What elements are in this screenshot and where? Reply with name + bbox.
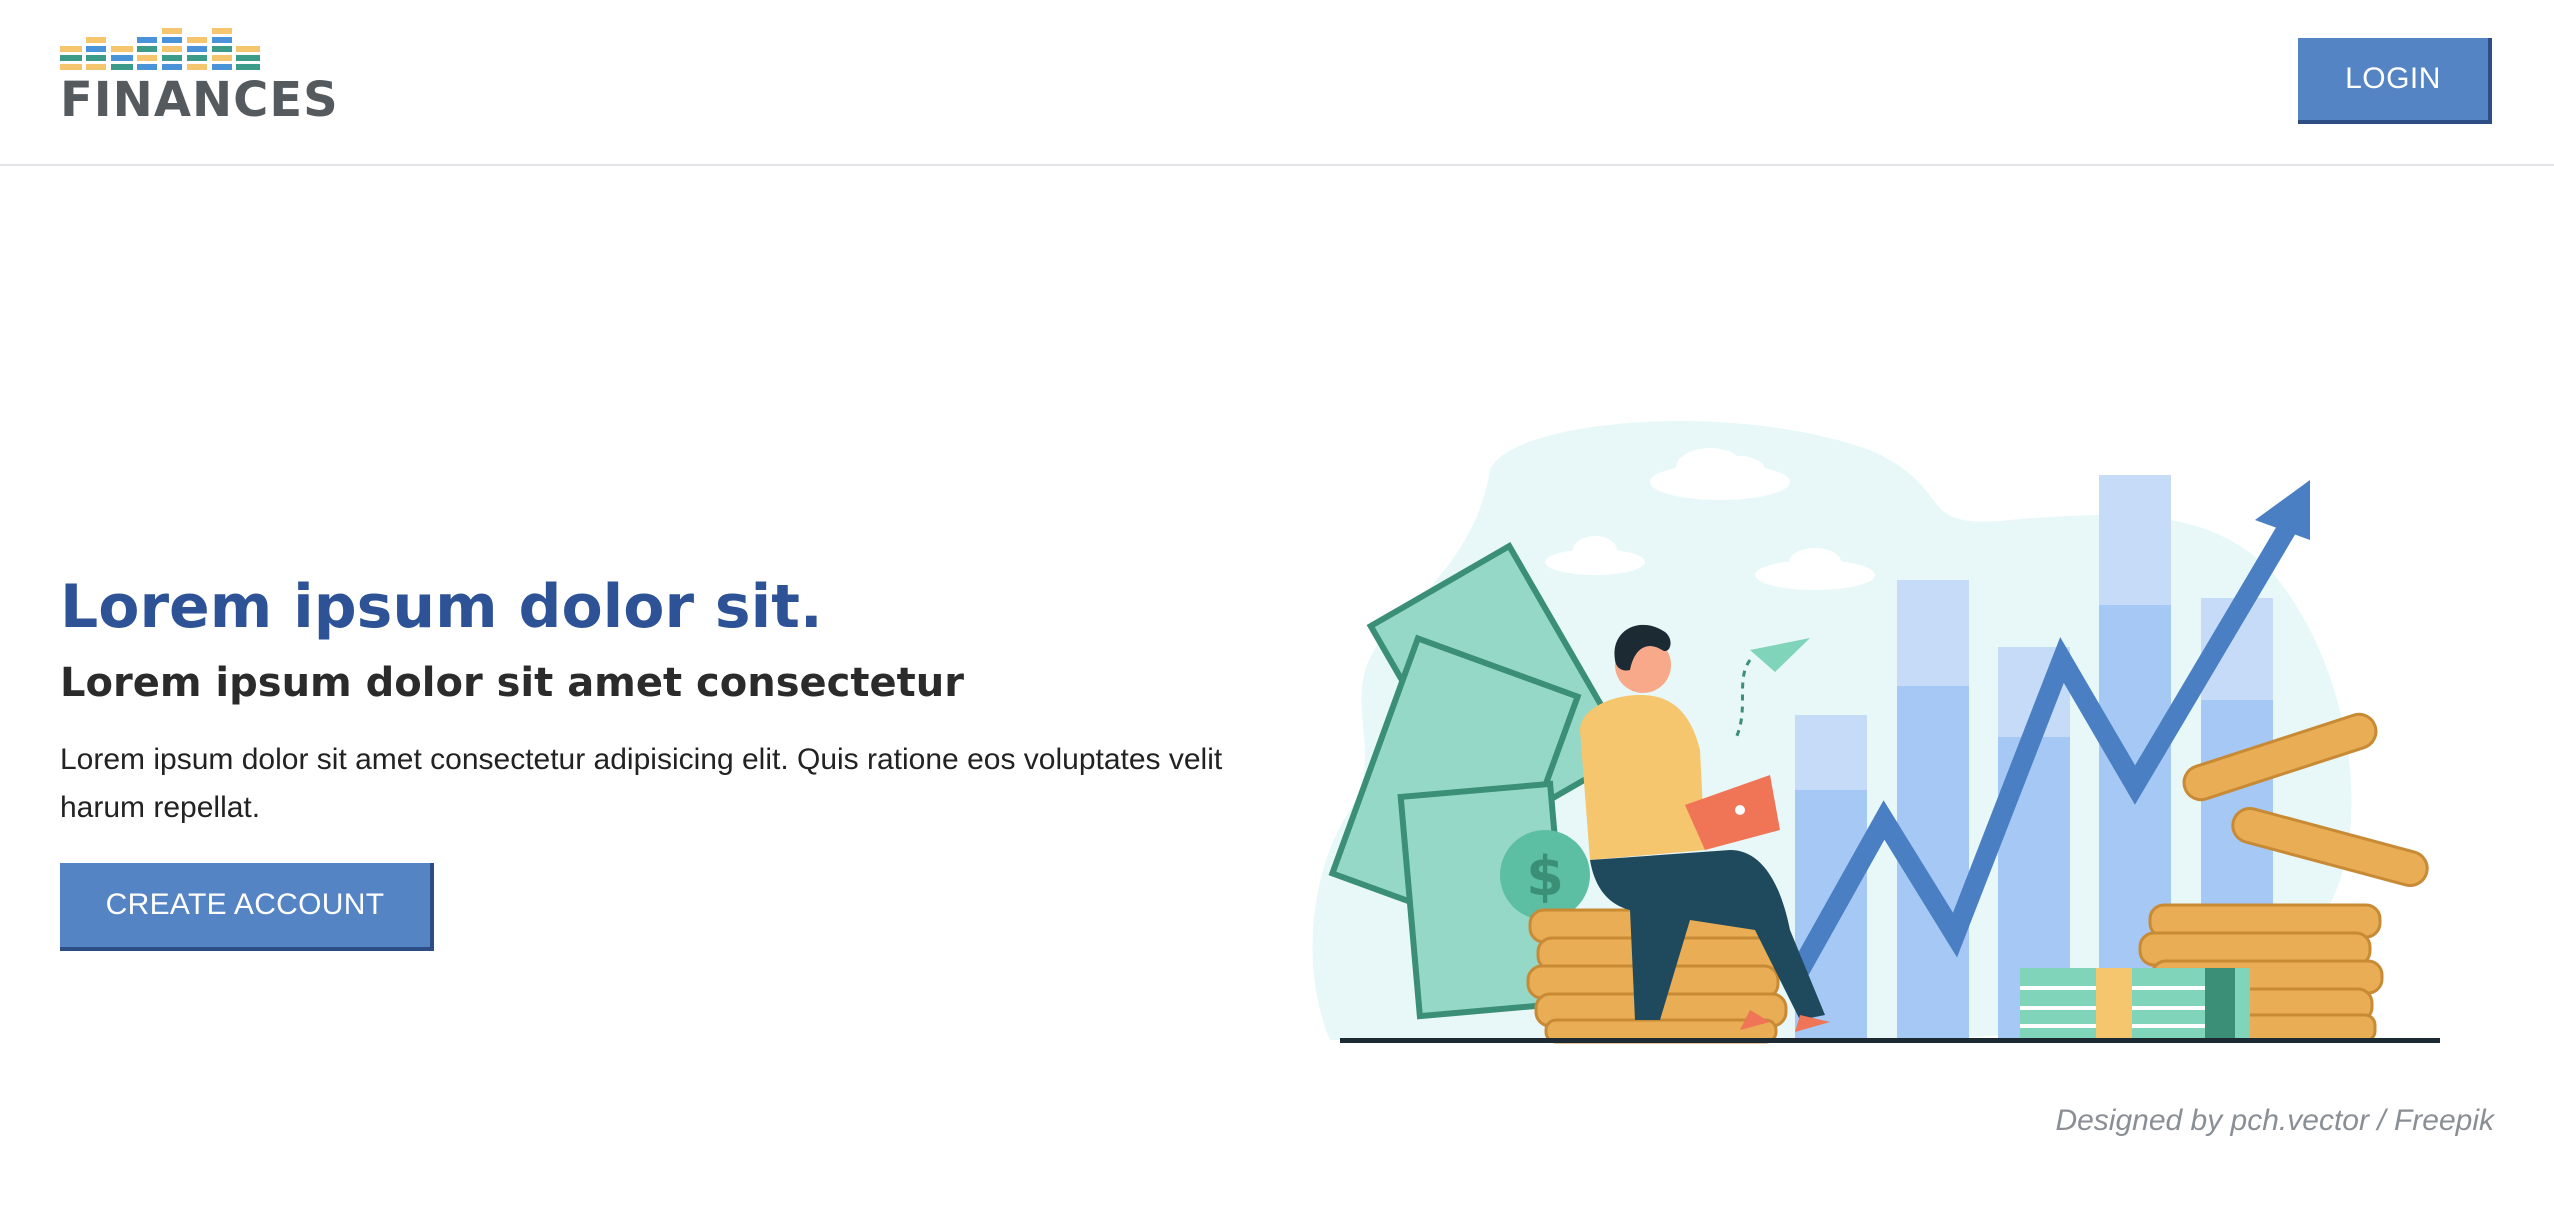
logo-bars-icon xyxy=(60,28,260,70)
person-laptop-growth-chart-icon: $ xyxy=(1312,421,2440,1044)
create-account-button[interactable]: CREATE ACCOUNT xyxy=(60,863,434,951)
landing-page: FINANCES LOGIN Lorem ipsum dolor sit. Lo… xyxy=(0,0,2554,1224)
hero-description: Lorem ipsum dolor sit amet consectetur a… xyxy=(60,743,1223,824)
design-credit: Designed by pch.vector / Freepik xyxy=(2055,1104,2494,1137)
hero-subtitle: Lorem ipsum dolor sit amet consectetur xyxy=(60,660,964,706)
finance-growth-illustration: $ xyxy=(1310,410,2460,1050)
hero-title: Lorem ipsum dolor sit. xyxy=(60,572,823,642)
login-button[interactable]: LOGIN xyxy=(2298,38,2492,124)
logo-wordmark: FINANCES xyxy=(60,72,339,128)
finances-logo[interactable]: FINANCES xyxy=(60,26,338,126)
svg-text:$: $ xyxy=(1526,845,1564,908)
top-navbar: FINANCES LOGIN xyxy=(0,0,2554,166)
